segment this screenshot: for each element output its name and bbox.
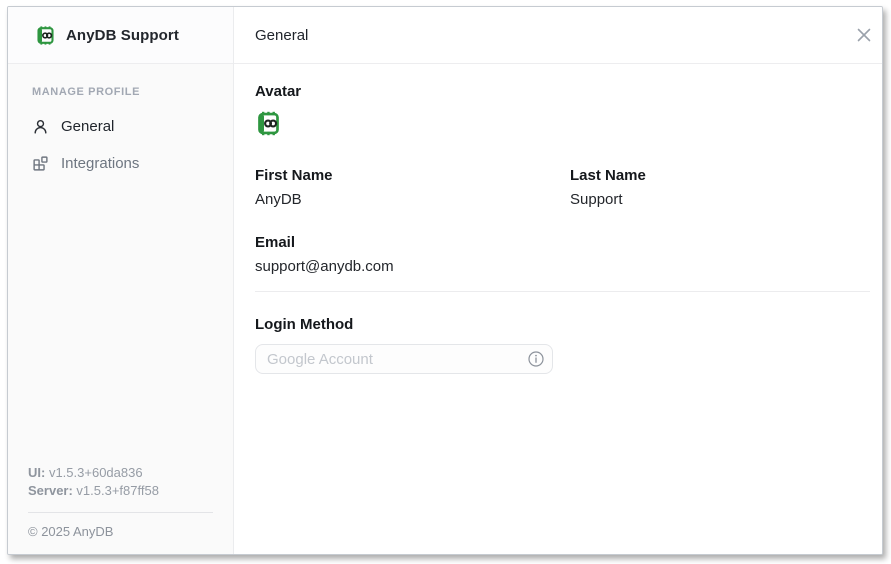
general-settings-body: Avatar First Name AnyDB Last Name Suppor… xyxy=(234,64,882,374)
first-name-label: First Name xyxy=(255,167,333,184)
sidebar-item-label: Integrations xyxy=(61,155,140,172)
ui-version-label: UI: xyxy=(28,465,46,480)
email-value: support@anydb.com xyxy=(255,258,394,275)
sidebar-item-general[interactable]: General xyxy=(32,118,209,135)
last-name-label: Last Name xyxy=(570,167,646,184)
profile-settings-dialog: AnyDB Support MANAGE PROFILE General Int… xyxy=(7,6,883,555)
section-divider xyxy=(255,291,870,292)
first-name-field: First Name AnyDB xyxy=(255,165,570,210)
close-button[interactable] xyxy=(851,22,877,48)
server-version-value: v1.5.3+f87ff58 xyxy=(72,483,159,498)
copyright: © 2025 AnyDB xyxy=(28,524,114,539)
email-field: Email support@anydb.com xyxy=(255,232,570,277)
main-panel: General Avatar First Name AnyDB Last Nam… xyxy=(234,7,882,554)
last-name-field: Last Name Support xyxy=(570,165,870,210)
server-version-label: Server: xyxy=(28,483,73,498)
sidebar-item-label: General xyxy=(61,118,115,135)
sidebar-item-integrations[interactable]: Integrations xyxy=(32,155,209,172)
avatar-label: Avatar xyxy=(255,83,302,100)
login-method-block: Login Method xyxy=(255,314,870,374)
user-icon xyxy=(32,118,49,135)
email-label: Email xyxy=(255,234,296,251)
close-icon xyxy=(855,26,873,44)
sidebar-nav: MANAGE PROFILE General Integrations xyxy=(8,64,233,192)
main-header: General xyxy=(234,7,882,64)
login-method-input[interactable] xyxy=(255,344,553,374)
nav-section-label: MANAGE PROFILE xyxy=(32,86,141,98)
login-method-label: Login Method xyxy=(255,316,354,333)
sidebar-footer: UI: v1.5.3+60da836 Server: v1.5.3+f87ff5… xyxy=(8,464,233,554)
last-name-value: Support xyxy=(570,191,623,208)
ui-version: UI: v1.5.3+60da836 xyxy=(28,464,213,482)
avatar-block: Avatar xyxy=(255,81,870,138)
blocks-icon xyxy=(32,155,49,172)
avatar[interactable] xyxy=(255,110,870,138)
info-icon[interactable] xyxy=(528,351,544,367)
first-name-value: AnyDB xyxy=(255,191,302,208)
name-fields-row: First Name AnyDB Last Name Support Email… xyxy=(255,165,870,277)
server-version: Server: v1.5.3+f87ff58 xyxy=(28,482,213,500)
page-title: General xyxy=(255,26,309,44)
anydb-logo-icon xyxy=(35,25,56,46)
ui-version-value: v1.5.3+60da836 xyxy=(45,465,143,480)
sidebar-header: AnyDB Support xyxy=(8,7,233,64)
sidebar: AnyDB Support MANAGE PROFILE General Int… xyxy=(8,7,234,554)
footer-divider xyxy=(28,512,213,513)
login-method-input-wrap xyxy=(255,344,553,374)
app-title: AnyDB Support xyxy=(66,26,179,44)
